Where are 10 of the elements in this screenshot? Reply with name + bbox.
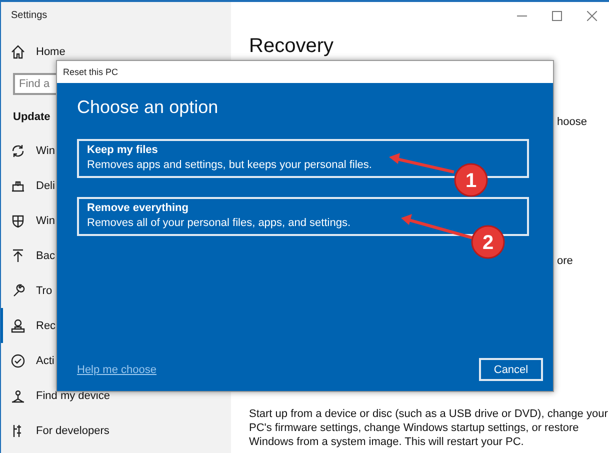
dialog-heading: Choose an option bbox=[77, 97, 220, 118]
text-fragment: ore bbox=[557, 255, 573, 267]
number-badge: 1 bbox=[454, 163, 488, 197]
text-fragment: hoose bbox=[557, 116, 587, 128]
number-badge: 2 bbox=[471, 225, 505, 259]
dialog-title: Reset this PC bbox=[63, 67, 118, 77]
section-heading: Update bbox=[13, 111, 52, 123]
description-text: Start up from a device or disc (such as a USB drive or DVD), change your PC's firmware settings, change Windows startup settings, or restore Windows from a system image. This will restart your PC. bbox=[249, 407, 609, 449]
page-heading: Recovery bbox=[249, 35, 334, 57]
window-title: Settings bbox=[11, 10, 48, 21]
